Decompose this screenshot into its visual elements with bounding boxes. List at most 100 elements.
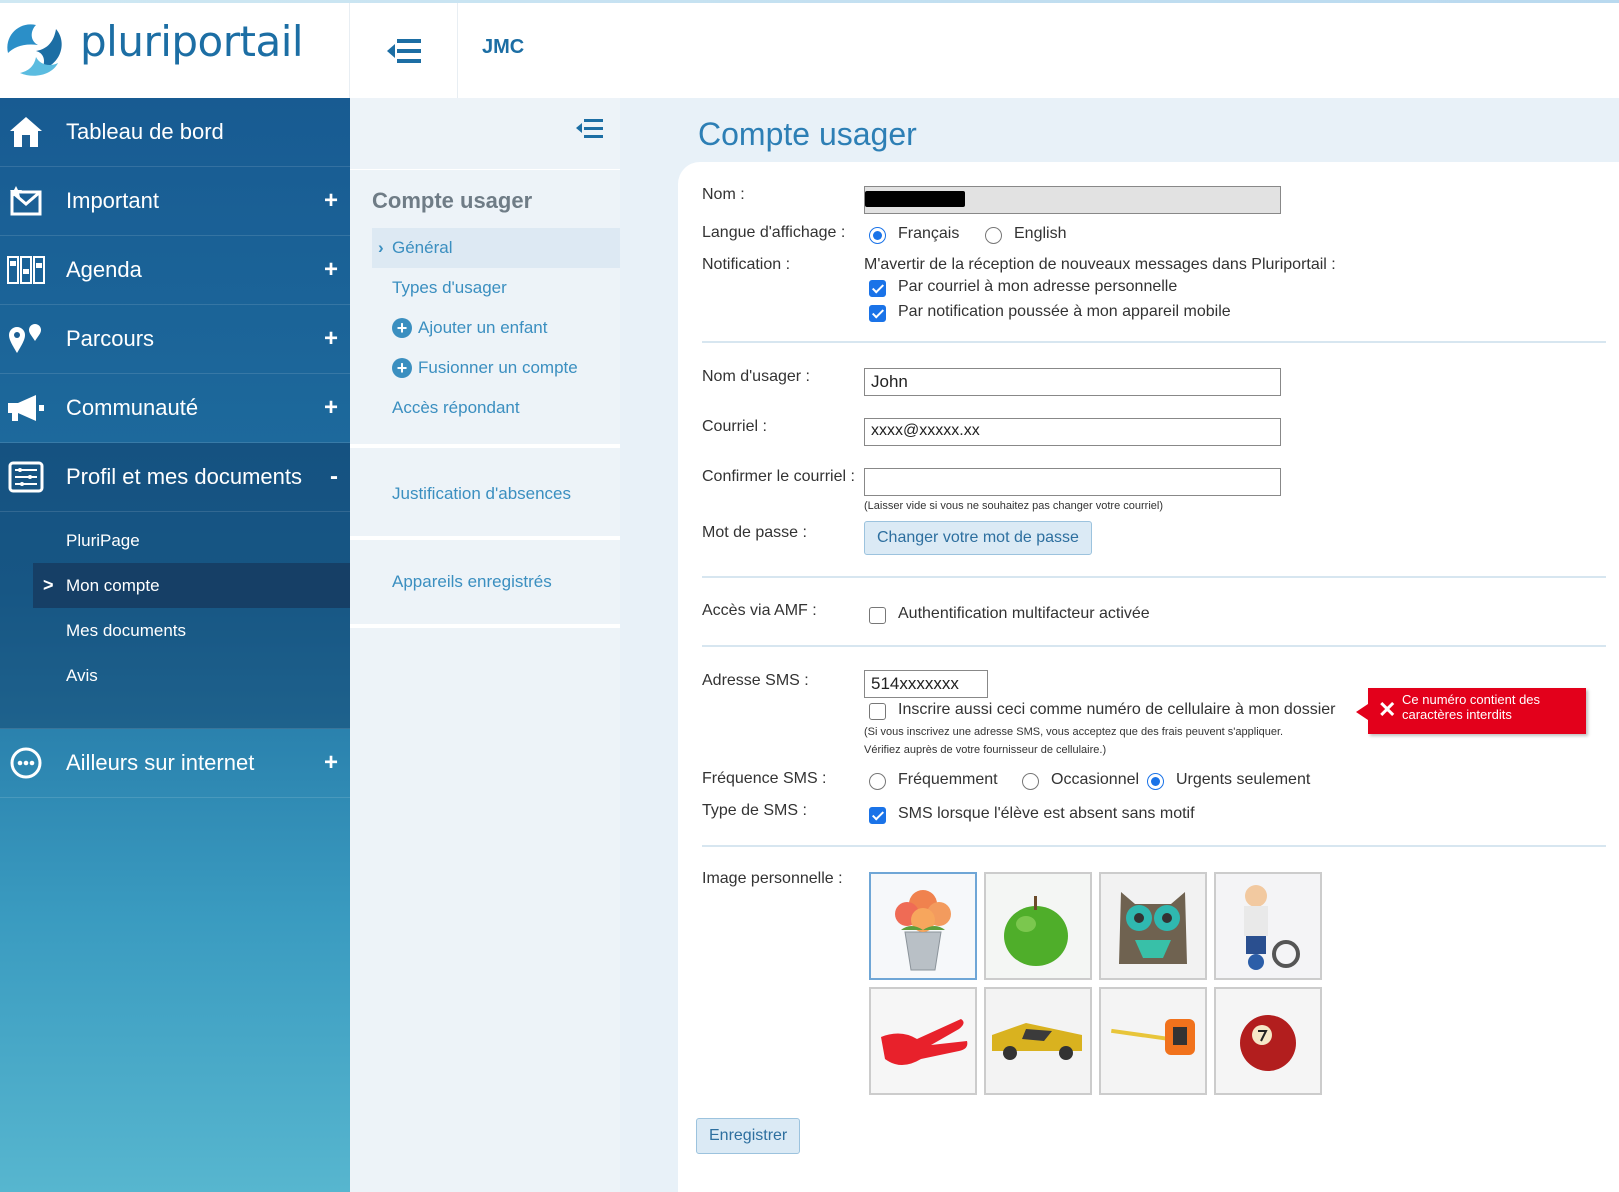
redaction-bar — [865, 191, 965, 207]
subitem-label: PluriPage — [66, 530, 140, 550]
label-mot-de-passe: Mot de passe : — [702, 524, 807, 541]
sidebar-item-ailleurs[interactable]: Ailleurs sur internet + — [0, 729, 350, 798]
checkbox-notify-push[interactable] — [869, 305, 886, 322]
active-arrow-icon: > — [43, 575, 54, 595]
label-notification: Notification : — [702, 256, 791, 273]
email-input[interactable]: xxxx@xxxxx.xx — [864, 418, 1281, 446]
secnav-link-ajouter-enfant[interactable]: + Ajouter un enfant — [350, 308, 620, 348]
secnav-link-types-usager[interactable]: Types d'usager — [350, 268, 620, 308]
sms-error-tooltip: ✕ Ce numéro contient des caractères inte… — [1356, 688, 1586, 734]
expand-icon[interactable]: + — [324, 256, 338, 284]
secnav-link-label: Fusionner un compte — [418, 358, 578, 377]
radio-occasionnel-label: Occasionnel — [1051, 771, 1140, 788]
home-icon — [6, 112, 46, 152]
more-circle-icon — [6, 743, 46, 783]
label-confirmer-courriel: Confirmer le courriel : — [702, 468, 855, 485]
mail-star-icon — [6, 181, 46, 221]
divider — [350, 536, 620, 540]
collapse-secondary-nav-icon[interactable] — [575, 116, 605, 145]
avatar-option-flower-pot[interactable] — [869, 872, 977, 980]
expand-icon[interactable]: + — [324, 187, 338, 215]
sms-error-line1: Ce numéro contient des — [1402, 692, 1541, 707]
secondary-nav-header — [350, 98, 620, 170]
menu-toggle-button[interactable] — [350, 3, 458, 98]
sms-error-line2: caractères interdits — [1402, 707, 1512, 722]
sidebar-item-label: Agenda — [66, 257, 142, 282]
expand-icon[interactable]: + — [324, 394, 338, 422]
divider — [350, 444, 620, 448]
radio-occasionnel[interactable] — [1022, 773, 1039, 790]
close-icon: ✕ — [1378, 697, 1397, 722]
label-image-personnelle: Image personnelle : — [702, 870, 843, 887]
secnav-link-fusionner[interactable]: + Fusionner un compte — [350, 348, 620, 388]
collapse-icon[interactable]: - — [330, 463, 338, 491]
secnav-link-general[interactable]: › Général — [372, 228, 620, 268]
main-content: Compte usager Nom : Langue d'affichage :… — [620, 98, 1619, 1192]
avatar-option-toy-figure[interactable] — [1214, 872, 1322, 980]
expand-icon[interactable]: + — [324, 749, 338, 777]
divider — [702, 645, 1606, 647]
radio-urgents[interactable] — [1147, 773, 1164, 790]
avatar-option-tape-measure[interactable] — [1099, 987, 1207, 1095]
sidebar-item-label: Tableau de bord — [66, 119, 224, 144]
logo[interactable]: pluriportail — [0, 3, 350, 98]
radio-urgents-label: Urgents seulement — [1176, 771, 1311, 788]
sms-input[interactable]: 514xxxxxxx — [864, 670, 988, 698]
toy-figure-icon — [1216, 874, 1320, 978]
avatar-option-green-apple[interactable] — [984, 872, 1092, 980]
username-input[interactable]: John — [864, 368, 1281, 396]
save-button[interactable]: Enregistrer — [696, 1118, 801, 1154]
avatar-option-toy-car[interactable] — [984, 987, 1092, 1095]
sidebar-subitem-pluripage[interactable]: PluriPage — [0, 518, 350, 563]
checkbox-sms-absent-label: SMS lorsque l'élève est absent sans moti… — [898, 805, 1195, 822]
sidebar-subitem-mon-compte[interactable]: > Mon compte — [33, 563, 350, 608]
red-glove-icon — [871, 989, 975, 1093]
checkbox-sms-register[interactable] — [869, 703, 886, 720]
avatar-option-pool-ball[interactable] — [1214, 987, 1322, 1095]
radio-english[interactable] — [985, 227, 1002, 244]
secnav-link-appareils[interactable]: Appareils enregistrés — [350, 552, 620, 612]
radio-frequemment-label: Fréquemment — [898, 771, 998, 788]
toy-car-icon — [986, 989, 1090, 1093]
checkbox-amf[interactable] — [869, 607, 886, 624]
change-password-button[interactable]: Changer votre mot de passe — [864, 521, 1092, 555]
tape-measure-icon — [1101, 989, 1205, 1093]
secnav-link-justification[interactable]: Justification d'absences — [350, 464, 620, 524]
sidebar-subitem-avis[interactable]: Avis — [0, 653, 350, 698]
avatar-option-owl[interactable] — [1099, 872, 1207, 980]
calendar-icon — [6, 250, 46, 290]
checkbox-notify-email[interactable] — [869, 280, 886, 297]
secnav-link-acces-repondant[interactable]: Accès répondant — [350, 388, 620, 428]
checkbox-amf-label: Authentification multifacteur activée — [898, 605, 1150, 622]
divider — [702, 341, 1606, 343]
sidebar-item-agenda[interactable]: Agenda + — [0, 236, 350, 305]
sidebar-item-important[interactable]: Important + — [0, 167, 350, 236]
sidebar-item-parcours[interactable]: Parcours + — [0, 305, 350, 374]
confirm-email-input[interactable] — [864, 468, 1281, 496]
plus-circle-icon: + — [392, 318, 412, 338]
sidebar-subitem-mes-documents[interactable]: Mes documents — [0, 608, 350, 653]
sidebar: Tableau de bord Important + Agenda + Par… — [0, 98, 350, 1192]
sidebar-item-label: Profil et mes documents — [66, 464, 302, 489]
collapse-menu-icon — [386, 38, 421, 63]
checkbox-sms-absent[interactable] — [869, 807, 886, 824]
map-pin-icon — [6, 319, 46, 359]
owl-icon — [1101, 874, 1205, 978]
expand-icon[interactable]: + — [324, 325, 338, 353]
radio-francais[interactable] — [869, 227, 886, 244]
sidebar-item-profil[interactable]: Profil et mes documents - — [0, 443, 350, 512]
confirm-email-hint: (Laisser vide si vous ne souhaitez pas c… — [864, 500, 1163, 512]
sidebar-item-label: Ailleurs sur internet — [66, 750, 255, 775]
label-nom-usager: Nom d'usager : — [702, 368, 810, 385]
secnav-link-label: Ajouter un enfant — [418, 318, 548, 337]
radio-frequemment[interactable] — [869, 773, 886, 790]
subitem-label: Mon compte — [66, 575, 160, 595]
avatar-option-red-glove[interactable] — [869, 987, 977, 1095]
radio-francais-label: Français — [898, 225, 960, 242]
sidebar-item-communaute[interactable]: Communauté + — [0, 374, 350, 443]
brand-name: pluriportail — [80, 17, 304, 66]
sidebar-item-tableau-de-bord[interactable]: Tableau de bord — [0, 98, 350, 167]
divider — [350, 624, 620, 628]
subitem-label: Mes documents — [66, 620, 186, 640]
label-amf: Accès via AMF : — [702, 602, 817, 619]
